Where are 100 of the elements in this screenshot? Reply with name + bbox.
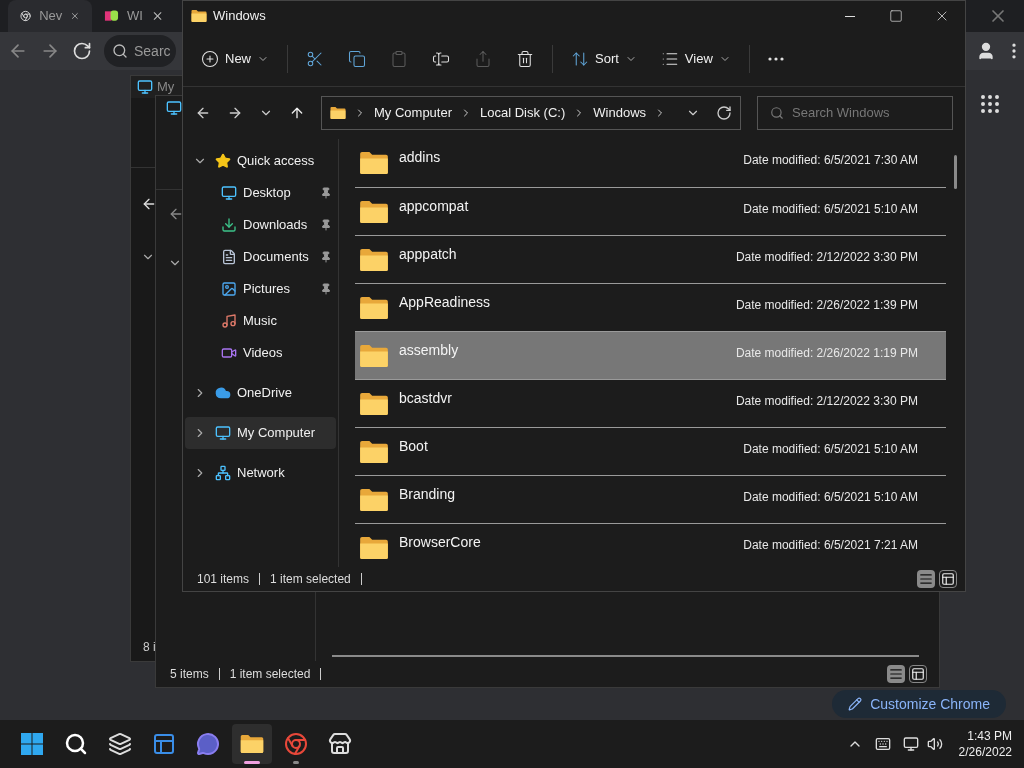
scrollbar[interactable] [954, 155, 957, 189]
date-modified: Date modified: 2/12/2022 3:30 PM [735, 393, 918, 410]
explorer-taskbar-button[interactable] [232, 724, 272, 764]
folder-icon [240, 732, 264, 756]
sidebar-item[interactable]: Network [185, 457, 336, 489]
copy-icon [348, 49, 366, 68]
window-title: Windows [213, 7, 266, 26]
sidebar-label: Pictures [243, 280, 291, 299]
keyboard-icon[interactable] [874, 736, 891, 752]
sidebar-item[interactable]: Pictures [185, 273, 336, 305]
task-view-icon [108, 732, 132, 756]
date-modified: Date modified: 2/26/2022 1:19 PM [735, 345, 918, 362]
file-row[interactable]: Boot Date modified: 6/5/2021 5:10 AM [355, 427, 946, 475]
sidebar-item[interactable]: My Computer [185, 417, 336, 449]
pencil-icon [848, 697, 863, 711]
file-name: apppatch [399, 245, 458, 264]
back-icon[interactable] [141, 196, 157, 212]
new-button[interactable]: New [191, 40, 279, 77]
search-icon [112, 43, 128, 59]
sidebar-label: Documents [243, 248, 310, 267]
profile-icon[interactable] [976, 41, 996, 61]
tiles-view-button[interactable] [939, 570, 957, 588]
clock[interactable]: 1:43 PM 2/26/2022 [958, 728, 1012, 760]
sidebar-label: Music [243, 312, 278, 331]
search-icon [64, 732, 88, 756]
file-row[interactable]: BrowserCore Date modified: 6/5/2021 7:21 AM [355, 523, 946, 571]
file-row[interactable]: addins Date modified: 6/5/2021 7:30 AM [355, 139, 946, 187]
volume-icon[interactable] [926, 736, 943, 752]
sidebar-label: Downloads [243, 216, 309, 235]
date-modified: Date modified: 6/5/2021 5:10 AM [743, 201, 918, 218]
widgets-icon [152, 732, 176, 756]
file-row[interactable]: assembly Date modified: 2/26/2022 1:19 PM [355, 331, 946, 379]
status-text: 5 items [170, 666, 209, 683]
sidebar-item[interactable]: Music [185, 305, 336, 337]
chat-icon [196, 732, 220, 756]
sidebar-item[interactable]: Desktop [185, 177, 336, 209]
file-row[interactable]: bcastdvr Date modified: 2/12/2022 3:30 PM [355, 379, 946, 427]
date-modified: Date modified: 6/5/2021 7:30 AM [743, 152, 918, 169]
file-row[interactable]: Branding Date modified: 6/5/2021 5:10 AM [355, 475, 946, 523]
file-name: assembly [399, 341, 460, 360]
breadcrumb-item[interactable]: My Computer [374, 103, 453, 123]
windows-logo-icon [20, 732, 44, 756]
sidebar-label: Videos [243, 344, 284, 363]
sidebar-label: Network [237, 464, 286, 483]
sidebar-item[interactable]: Downloads [185, 209, 336, 241]
window-title: My [157, 78, 175, 97]
address-bar[interactable]: My Computer Local Disk (C:) Windows [321, 96, 741, 130]
date-modified: Date modified: 2/12/2022 3:30 PM [735, 249, 918, 266]
sidebar-item[interactable]: Videos [185, 337, 336, 369]
folder-icon [359, 200, 389, 224]
status-text: 1 item selected [270, 571, 351, 588]
folder-icon [359, 248, 389, 272]
status-text: 1 item selected [229, 666, 311, 683]
breadcrumb-item[interactable]: Windows [593, 103, 647, 123]
video-icon [221, 345, 237, 361]
monitor-icon [166, 100, 182, 116]
game-icon [104, 8, 119, 24]
file-name: bcastdvr [399, 389, 453, 408]
file-name: Boot [399, 437, 429, 456]
forward-icon[interactable] [227, 105, 243, 121]
sort-icon [571, 49, 589, 68]
folder-icon [359, 344, 389, 368]
reload-icon[interactable] [72, 41, 92, 61]
search-field[interactable]: Search Windows [757, 96, 953, 130]
running-indicator [293, 761, 299, 764]
file-row[interactable]: appcompat Date modified: 6/5/2021 5:10 AM [355, 187, 946, 235]
document-icon [221, 249, 237, 265]
chrome-icon [20, 8, 32, 24]
address-field[interactable]: Searc [104, 35, 176, 67]
refresh-icon[interactable] [716, 105, 732, 121]
sort-button[interactable]: Sort [561, 40, 647, 77]
file-row[interactable]: apppatch Date modified: 2/12/2022 3:30 PM [355, 235, 946, 283]
search-icon [770, 106, 784, 120]
tiles-view-button[interactable] [909, 665, 927, 683]
apps-grid-icon[interactable] [978, 92, 1002, 116]
folder-icon [359, 488, 389, 512]
view-button[interactable]: View [650, 40, 741, 77]
sidebar-label: Quick access [237, 152, 316, 171]
sidebar-item[interactable]: Documents [185, 241, 336, 273]
folder-icon [359, 296, 389, 320]
folder-icon [330, 105, 346, 121]
breadcrumb-item[interactable]: Local Disk (C:) [480, 103, 566, 123]
customize-chrome-button[interactable]: Customize Chrome [832, 690, 1006, 718]
store-icon [328, 732, 352, 756]
star-icon [215, 153, 231, 169]
tab-title: Nev [39, 7, 63, 26]
sidebar-item[interactable]: Quick access [185, 145, 336, 177]
details-view-button[interactable] [887, 665, 905, 683]
sidebar-item[interactable]: OneDrive [185, 377, 336, 409]
back-icon[interactable] [195, 105, 211, 121]
details-view-button[interactable] [917, 570, 935, 588]
clipboard-icon [390, 49, 408, 68]
file-name: BrowserCore [399, 533, 482, 552]
folder-icon [359, 151, 389, 175]
browser-tab[interactable]: Nev [8, 0, 92, 32]
up-icon[interactable] [289, 105, 305, 121]
tab-title: WI [127, 7, 143, 26]
monitor-icon [137, 79, 153, 95]
browser-tab[interactable]: WI [92, 0, 176, 32]
monitor-icon [221, 185, 237, 201]
